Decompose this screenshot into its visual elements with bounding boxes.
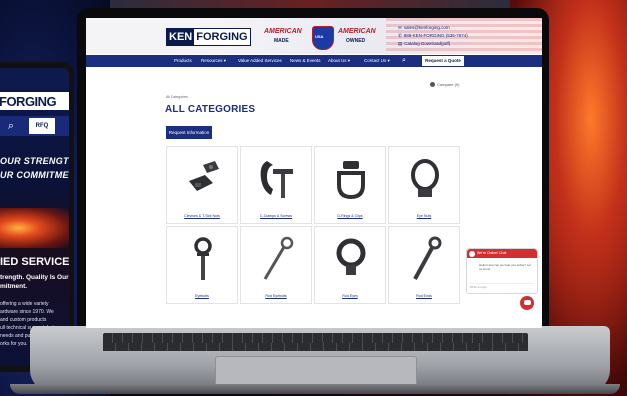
badge-right-top: AMERICAN xyxy=(338,28,376,35)
shield-text: USA xyxy=(315,34,324,39)
catalog-download-link[interactable]: ▤ Catalog Download(pdf) xyxy=(398,41,450,47)
phone-subheading-1: trength. Quality Is Our xyxy=(0,274,69,281)
nav-resources[interactable]: Resources ▾ xyxy=(201,55,226,67)
nav-value-added-services[interactable]: Value Added Services xyxy=(238,55,282,67)
compare-link[interactable]: Compare (0) xyxy=(430,82,460,88)
document-icon: ▤ xyxy=(398,41,403,46)
contact-email-text: sales@kenforging.com xyxy=(403,25,450,30)
chat-widget[interactable]: We're Online! Chat Hello! How can we hel… xyxy=(466,248,538,294)
nav-contact-us[interactable]: Contact Us ▾ xyxy=(364,55,390,67)
contact-email[interactable]: ✉ sales@kenforging.com xyxy=(398,25,450,31)
shield-icon: USA xyxy=(312,26,334,50)
compare-icon xyxy=(430,82,435,88)
d-ring-icon xyxy=(337,161,365,200)
phone-body-line: offering a wide variety xyxy=(0,301,49,307)
badge-left-top: AMERICAN xyxy=(264,28,302,35)
nav-news-events[interactable]: News & Events xyxy=(290,55,321,67)
eye-nut-icon xyxy=(411,159,439,197)
phone-logo[interactable]: FORGING xyxy=(0,92,69,110)
chat-input[interactable]: Write a reply... xyxy=(470,283,534,290)
c-clamp-icon xyxy=(260,161,293,198)
site-header: KEN FORGING AMERICAN MADE USA AMERICAN O… xyxy=(86,18,542,54)
phone-section-heading: IED SERVICES xyxy=(0,256,69,268)
category-label[interactable]: Eyebolts xyxy=(167,294,237,298)
logo-ken: KEN xyxy=(167,29,195,45)
rod-eye-icon xyxy=(336,238,366,275)
phone-subheading-2: mitment. xyxy=(0,283,28,290)
laptop-keyboard-row xyxy=(103,343,528,351)
nav-about-us[interactable]: About Us ▾ xyxy=(328,55,350,67)
laptop-trackpad xyxy=(215,356,417,386)
search-icon[interactable]: ⌕ xyxy=(402,55,406,67)
phone-screen: FORGING ⌕ RFQ OUR STRENGTH. UR COMMITMEN… xyxy=(0,68,69,366)
chat-message: Hello! How can we help you today? Let us… xyxy=(479,263,531,271)
site-logo[interactable]: KEN FORGING xyxy=(166,28,251,46)
phone-body-line: ardware since 1970. We xyxy=(0,309,54,315)
clevis-icon xyxy=(189,161,219,191)
catalog-link-text: Catalog Download(pdf) xyxy=(404,41,451,46)
category-label[interactable]: D-Rings & Clips xyxy=(315,214,385,218)
chat-title: We're Online! Chat xyxy=(477,251,507,255)
contact-phone-text: 888-KEN-FORGING (536-7674) xyxy=(403,33,468,38)
compare-label: Compare (0) xyxy=(437,82,460,87)
category-card-c-clamps[interactable]: C-Clamps & Screws xyxy=(240,146,312,224)
chat-avatar xyxy=(469,250,475,257)
breadcrumb[interactable]: All Categories xyxy=(166,95,188,99)
rfq-button[interactable]: RFQ xyxy=(29,118,55,134)
phone-body-line: orks for you. xyxy=(0,341,28,347)
category-card-rod-eyes[interactable]: Rod Eyes xyxy=(314,226,386,304)
mail-icon: ✉ xyxy=(398,25,402,30)
category-card-eye-nuts[interactable]: Eye Nuts xyxy=(388,146,460,224)
category-label[interactable]: Eye Nuts xyxy=(389,214,459,218)
search-icon[interactable]: ⌕ xyxy=(0,118,23,134)
phone-hero-line-1: OUR STRENGTH. xyxy=(0,156,69,166)
category-card-rod-ends[interactable]: Rod Ends xyxy=(388,226,460,304)
category-label[interactable]: Rod Eyes xyxy=(315,294,385,298)
category-card-clevises[interactable]: Clevises & T-Slot Nuts xyxy=(166,146,238,224)
rod-end-icon xyxy=(413,236,442,280)
laptop-screen: KEN FORGING AMERICAN MADE USA AMERICAN O… xyxy=(86,18,542,328)
phone-logo-text: FORGING xyxy=(0,94,57,109)
american-made-owned-badge: AMERICAN MADE USA AMERICAN OWNED xyxy=(264,26,376,50)
contact-phone[interactable]: ✆ 888-KEN-FORGING (536-7674) xyxy=(398,33,468,39)
badge-right-bottom: OWNED xyxy=(346,38,366,44)
category-card-d-rings[interactable]: D-Rings & Clips xyxy=(314,146,386,224)
rod-eyebolt-icon xyxy=(263,236,294,280)
badge-left-bottom: MADE xyxy=(274,38,289,44)
request-information-button[interactable]: Request Information xyxy=(166,126,212,139)
category-label[interactable]: Rod Eyebolts xyxy=(241,294,311,298)
phone-icon: ✆ xyxy=(398,33,402,38)
phone-hero-line-2: UR COMMITMENT. xyxy=(0,170,69,180)
page-title: ALL CATEGORIES xyxy=(165,104,256,115)
category-card-eyebolts[interactable]: Eyebolts xyxy=(166,226,238,304)
main-nav: Products Resources ▾ Value Added Service… xyxy=(86,55,542,67)
category-label[interactable]: Rod Ends xyxy=(389,294,459,298)
chat-bubble-icon[interactable] xyxy=(520,296,534,310)
phone-nav-bar: ⌕ RFQ xyxy=(0,116,69,136)
chat-header[interactable]: We're Online! Chat xyxy=(467,249,537,258)
eyebolt-icon xyxy=(194,237,212,280)
request-quote-button[interactable]: Request a Quote xyxy=(422,56,464,66)
laptop-base-edge xyxy=(10,384,620,394)
phone-hero-image xyxy=(0,208,69,248)
logo-forging: FORGING xyxy=(194,29,250,45)
nav-products[interactable]: Products xyxy=(174,55,192,67)
category-label[interactable]: Clevises & T-Slot Nuts xyxy=(167,214,237,218)
category-card-rod-eyebolts[interactable]: Rod Eyebolts xyxy=(240,226,312,304)
category-label[interactable]: C-Clamps & Screws xyxy=(241,214,311,218)
chat-fab-glyph xyxy=(523,299,531,305)
phone-body-line: and custom products xyxy=(0,317,47,323)
